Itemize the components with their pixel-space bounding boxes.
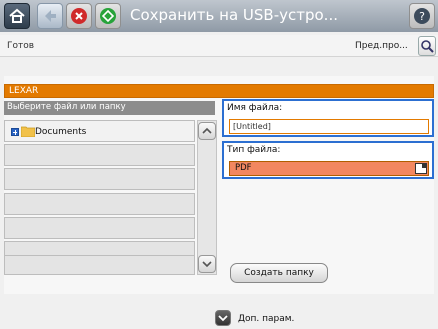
list-item-empty[interactable] bbox=[4, 217, 195, 239]
stop-icon bbox=[71, 8, 87, 24]
start-button[interactable] bbox=[95, 3, 121, 29]
title-bar: Сохранить на USB-устро... ? bbox=[0, 0, 438, 32]
home-icon bbox=[9, 8, 25, 23]
preview-button[interactable] bbox=[418, 36, 436, 56]
file-type-label: Тип файла: bbox=[227, 145, 281, 155]
svg-text:?: ? bbox=[419, 10, 425, 23]
back-arrow-icon bbox=[45, 10, 56, 22]
stop-button[interactable] bbox=[66, 3, 92, 29]
plus-icon[interactable] bbox=[11, 128, 19, 136]
preview-label[interactable]: Пред.про... bbox=[355, 41, 408, 51]
device-name: LEXAR bbox=[4, 84, 434, 98]
chevron-down-icon bbox=[218, 315, 228, 322]
list-item-empty[interactable] bbox=[4, 255, 195, 275]
folder-icon bbox=[21, 126, 35, 137]
list-item-documents[interactable]: Documents bbox=[4, 120, 195, 142]
scroll-down-button[interactable] bbox=[198, 255, 216, 273]
home-button[interactable] bbox=[4, 3, 30, 29]
file-type-select[interactable]: PDF bbox=[229, 161, 429, 176]
file-name-label: Имя файла: bbox=[227, 103, 283, 113]
file-list-header: Выберите файл или папку bbox=[4, 101, 215, 115]
dropdown-icon[interactable] bbox=[415, 163, 427, 174]
chevron-up-icon bbox=[202, 127, 212, 134]
list-scrollbar[interactable] bbox=[197, 120, 217, 275]
help-button[interactable]: ? bbox=[409, 3, 435, 29]
file-type-group: Тип файла: PDF bbox=[222, 141, 434, 179]
list-item-empty[interactable] bbox=[4, 168, 195, 190]
list-item-empty[interactable] bbox=[4, 193, 195, 215]
status-text: Готов bbox=[7, 41, 35, 51]
status-bar: Готов Пред.про... bbox=[0, 35, 438, 57]
scroll-up-button[interactable] bbox=[198, 122, 216, 140]
list-item-label: Documents bbox=[35, 127, 87, 137]
create-folder-button[interactable]: Создать папку bbox=[230, 263, 328, 283]
help-icon: ? bbox=[414, 8, 430, 24]
footer: Доп. парам. bbox=[0, 305, 438, 329]
more-options-label[interactable]: Доп. парам. bbox=[238, 314, 294, 324]
list-item-empty[interactable] bbox=[4, 144, 195, 166]
chevron-down-icon bbox=[202, 261, 212, 268]
start-icon bbox=[100, 8, 116, 24]
page-title: Сохранить на USB-устро... bbox=[130, 6, 338, 24]
back-button[interactable] bbox=[37, 3, 63, 29]
file-name-field[interactable]: [Untitled] bbox=[229, 119, 429, 134]
control-panel-screen: Сохранить на USB-устро... ? Готов Пред.п… bbox=[0, 0, 438, 329]
more-options-button[interactable] bbox=[215, 310, 231, 326]
file-type-value: PDF bbox=[235, 163, 252, 173]
magnifier-icon bbox=[421, 40, 434, 53]
file-name-group: Имя файла: [Untitled] bbox=[222, 99, 434, 137]
